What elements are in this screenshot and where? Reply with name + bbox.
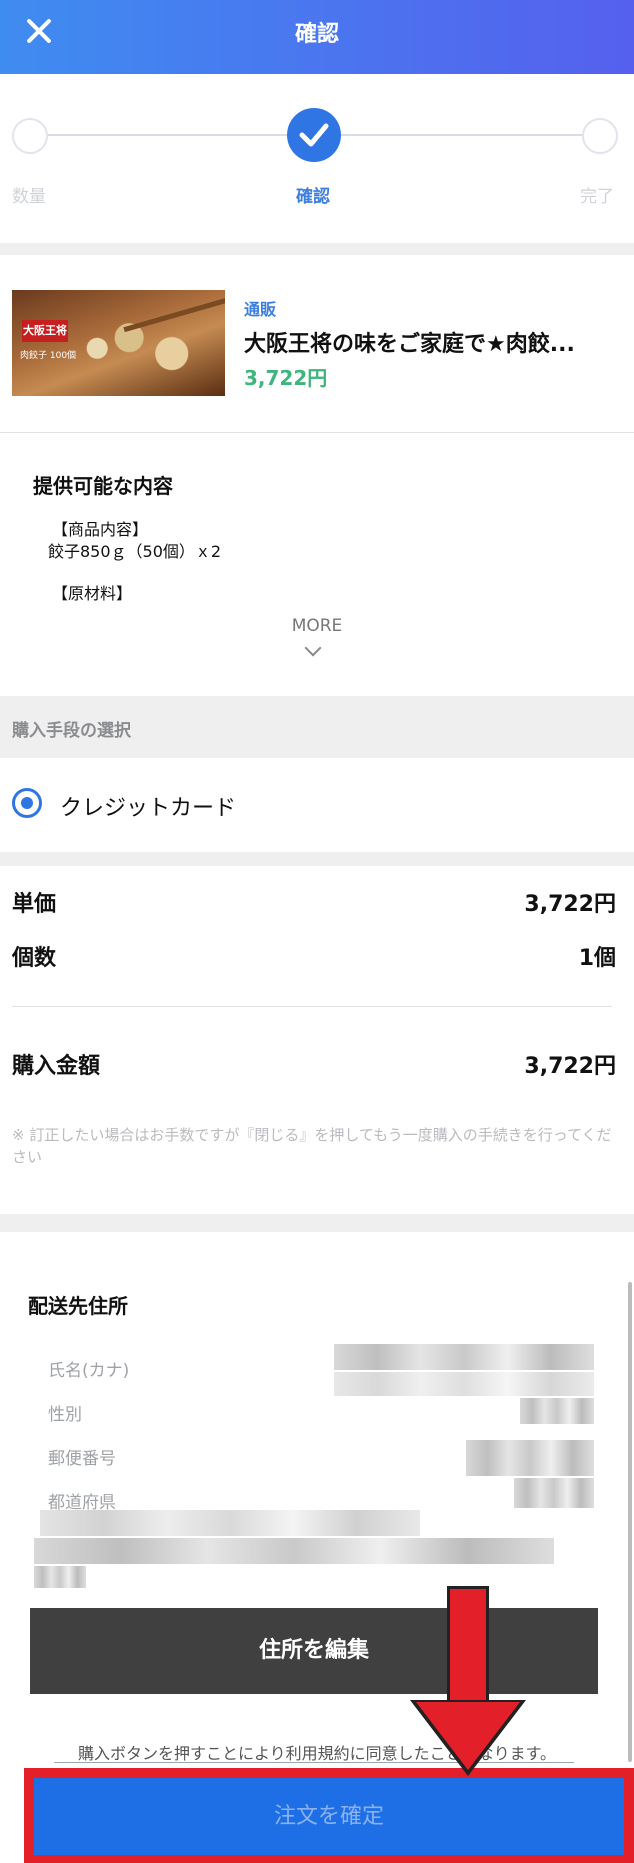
step-circle-complete [582,118,618,154]
section-gap [0,852,634,866]
step-label-confirm: 確認 [296,187,330,207]
blurred-address-1 [40,1510,420,1536]
offer-line: 【商品内容】 [52,520,149,539]
postal-code-label: 郵便番号 [48,1449,116,1469]
edit-address-button[interactable]: 住所を編集 [30,1608,598,1694]
quantity-label: 個数 [12,946,57,971]
blurred-address-2 [34,1538,554,1564]
scrollbar[interactable] [628,1282,632,1762]
divider [12,1006,612,1007]
product-title[interactable]: 大阪王将の味をご家庭で★肉餃... [244,326,624,358]
unit-price-label: 単価 [12,892,57,917]
quantity-value: 1個 [578,946,616,971]
address-title: 配送先住所 [28,1294,128,1318]
step-check-icon [287,108,341,162]
blurred-gender [520,1398,594,1424]
chevron-down-icon[interactable] [304,639,322,657]
notice-text: ※ 訂正したい場合はお手数ですが『閉じる』を押してもう一度購入の手続きを行ってく… [12,1126,612,1166]
product-price: 3,722円 [244,366,328,390]
blurred-address-3 [34,1566,86,1588]
offer-title: 提供可能な内容 [33,474,173,498]
payment-section-label: 購入手段の選択 [12,721,131,741]
more-button[interactable]: MORE [0,616,634,636]
blurred-prefecture [514,1478,594,1508]
offer-line: 餃子850ｇ（50個）ｘ2 [48,542,222,561]
step-label-quantity: 数量 [12,187,46,207]
brand-logo: 大阪王将 [22,320,68,342]
confirm-order-button[interactable]: 注文を確定 [34,1778,624,1855]
blurred-name-2 [334,1372,594,1396]
red-arrow-head [416,1702,520,1770]
image-caption: 肉餃子 100個 [20,351,77,361]
section-gap [0,243,634,255]
radio-selected-dot [21,797,33,809]
product-tag: 通販 [244,300,277,319]
total-value: 3,722円 [524,1054,616,1079]
blurred-name [334,1344,594,1370]
gender-label: 性別 [48,1405,82,1425]
red-arrow-icon [447,1586,489,1706]
blurred-postal [466,1440,594,1476]
page-title: 確認 [294,22,339,47]
terms-text[interactable]: 購入ボタンを押すことにより利用規約に同意したことになります。 [0,1740,634,1764]
step-label-complete: 完了 [580,187,614,207]
credit-card-label[interactable]: クレジットカード [60,790,236,822]
offer-line: 【原材料】 [52,584,133,603]
product-image[interactable]: 大阪王将 肉餃子 100個 [12,290,225,396]
total-label: 購入金額 [12,1054,101,1079]
section-gap [0,1214,634,1232]
step-circle-quantity [12,118,48,154]
name-kana-label: 氏名(カナ) [48,1361,130,1381]
divider [0,432,634,433]
unit-price-value: 3,722円 [524,892,616,917]
